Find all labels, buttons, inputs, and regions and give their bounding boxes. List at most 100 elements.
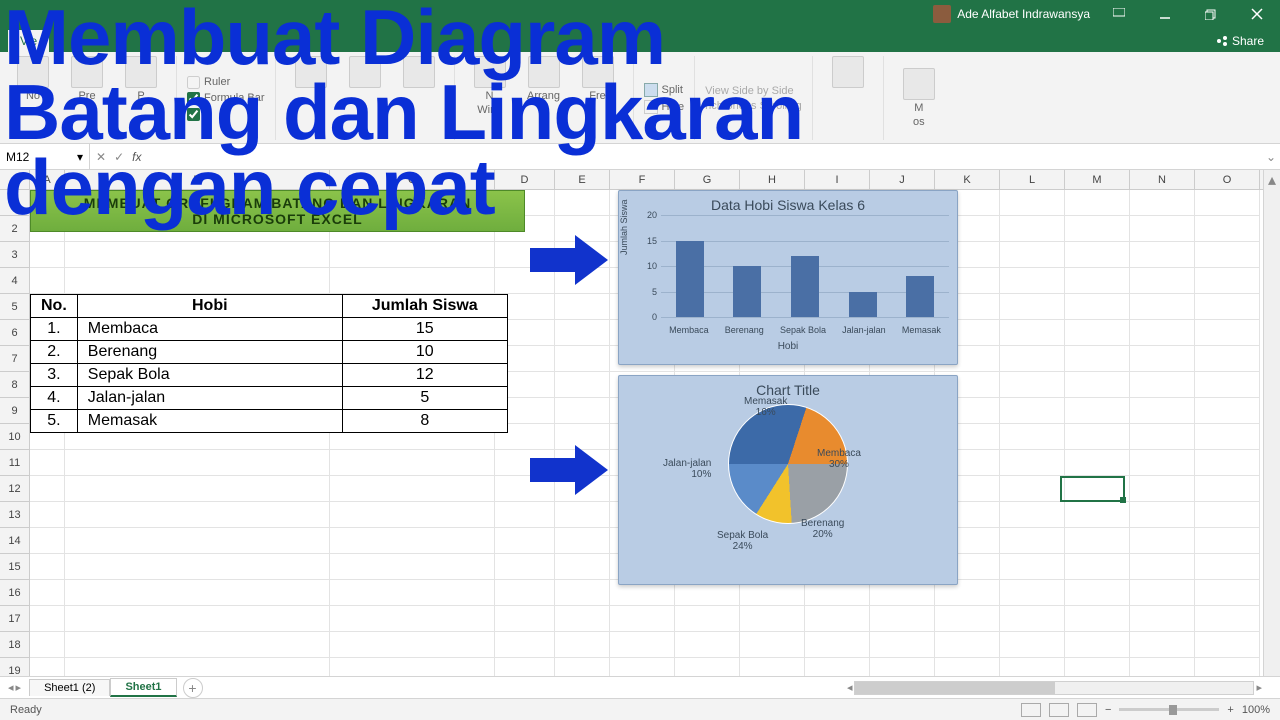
cell[interactable]	[495, 580, 555, 606]
cell[interactable]	[1000, 398, 1065, 424]
cell[interactable]	[935, 632, 1000, 658]
sheet-tab[interactable]: Sheet1 (2)	[29, 679, 110, 696]
minimize-icon[interactable]	[1142, 0, 1188, 28]
cell[interactable]	[1130, 268, 1195, 294]
cell[interactable]	[1065, 450, 1130, 476]
cell[interactable]	[555, 606, 610, 632]
column-header[interactable]: F	[610, 170, 675, 189]
column-header[interactable]: M	[1065, 170, 1130, 189]
cell[interactable]	[805, 632, 870, 658]
hscroll-right-icon[interactable]: ▸	[1256, 681, 1262, 694]
zoom-button[interactable]	[286, 56, 336, 140]
cell[interactable]	[1195, 372, 1260, 398]
cell[interactable]	[610, 632, 675, 658]
cell[interactable]	[1195, 294, 1260, 320]
cell[interactable]	[1000, 476, 1065, 502]
cell[interactable]	[1065, 372, 1130, 398]
gridlines-checkbox[interactable]	[187, 108, 265, 121]
cell[interactable]	[1000, 320, 1065, 346]
cell[interactable]	[1130, 554, 1195, 580]
cell[interactable]	[1195, 554, 1260, 580]
cell[interactable]	[935, 606, 1000, 632]
cell[interactable]	[1195, 450, 1260, 476]
cell[interactable]	[30, 268, 65, 294]
row-header[interactable]: 6	[0, 320, 30, 346]
column-header[interactable]: K	[935, 170, 1000, 189]
cell[interactable]	[1195, 580, 1260, 606]
cell[interactable]	[330, 268, 495, 294]
cell[interactable]	[65, 632, 330, 658]
cell[interactable]	[555, 190, 610, 216]
cell[interactable]	[1130, 502, 1195, 528]
tab-view[interactable]: Vie	[8, 30, 49, 52]
column-header[interactable]: G	[675, 170, 740, 189]
close-icon[interactable]	[1234, 0, 1280, 28]
formula-bar-checkbox[interactable]: Formula Bar	[187, 92, 265, 105]
column-header[interactable]: I	[805, 170, 870, 189]
cell[interactable]	[555, 580, 610, 606]
cell[interactable]	[1195, 606, 1260, 632]
row-header[interactable]: 11	[0, 450, 30, 476]
cell[interactable]	[740, 606, 805, 632]
cell[interactable]	[330, 476, 495, 502]
zoom-selection-button[interactable]	[394, 56, 444, 140]
column-header[interactable]: O	[1195, 170, 1260, 189]
new-window-button[interactable]: NWinc	[465, 56, 515, 140]
cell[interactable]	[1195, 346, 1260, 372]
cell[interactable]	[1130, 320, 1195, 346]
zoom-in-icon[interactable]: +	[1227, 704, 1233, 716]
cell[interactable]	[1065, 606, 1130, 632]
cell[interactable]	[495, 632, 555, 658]
sync-scroll-button[interactable]: nchronous Scrolling	[705, 100, 802, 112]
cell[interactable]	[495, 554, 555, 580]
cell[interactable]	[1000, 424, 1065, 450]
name-box[interactable]: M12 ▾	[0, 144, 90, 169]
cell[interactable]	[30, 242, 65, 268]
zoom-out-icon[interactable]: −	[1105, 704, 1111, 716]
cell[interactable]	[1130, 372, 1195, 398]
pie-chart[interactable]: Chart Title Memasak16% Jalan-jalan10% Se…	[618, 375, 958, 585]
cell[interactable]	[30, 502, 65, 528]
row-header[interactable]: 10	[0, 424, 30, 450]
cancel-icon[interactable]: ✕	[96, 150, 106, 164]
cell[interactable]	[330, 632, 495, 658]
cell[interactable]	[1065, 216, 1130, 242]
cell[interactable]	[1065, 346, 1130, 372]
cell[interactable]	[330, 502, 495, 528]
row-header[interactable]: 16	[0, 580, 30, 606]
column-header[interactable]: H	[740, 170, 805, 189]
horizontal-scrollbar[interactable]: ◂ ▸	[847, 681, 1280, 695]
cell[interactable]	[1195, 632, 1260, 658]
cell[interactable]	[65, 268, 330, 294]
cell[interactable]	[1065, 502, 1130, 528]
cell[interactable]	[495, 528, 555, 554]
cell[interactable]	[30, 606, 65, 632]
row-header[interactable]: 12	[0, 476, 30, 502]
cell[interactable]	[555, 320, 610, 346]
cell[interactable]	[675, 632, 740, 658]
row-header[interactable]: 17	[0, 606, 30, 632]
zoom100-button[interactable]	[340, 56, 390, 140]
cell[interactable]	[330, 242, 495, 268]
cell[interactable]	[1000, 554, 1065, 580]
cell[interactable]	[1195, 320, 1260, 346]
macros-button[interactable]: Mos	[894, 68, 944, 128]
cell[interactable]	[1130, 242, 1195, 268]
column-header[interactable]: N	[1130, 170, 1195, 189]
cell[interactable]	[65, 606, 330, 632]
cell[interactable]	[495, 502, 555, 528]
add-sheet-button[interactable]: +	[183, 678, 203, 698]
cell[interactable]	[1000, 346, 1065, 372]
side-by-side-button[interactable]: View Side by Side	[705, 85, 802, 97]
cell[interactable]	[1065, 268, 1130, 294]
fx-icon[interactable]: fx	[132, 150, 141, 164]
row-header[interactable]: 3	[0, 242, 30, 268]
view-pagelayout-icon[interactable]	[1049, 703, 1069, 717]
cell[interactable]	[30, 450, 65, 476]
cell[interactable]	[1000, 268, 1065, 294]
cell[interactable]	[555, 554, 610, 580]
cell[interactable]	[805, 606, 870, 632]
cell[interactable]	[1130, 216, 1195, 242]
cell[interactable]	[1065, 320, 1130, 346]
cell[interactable]	[870, 606, 935, 632]
